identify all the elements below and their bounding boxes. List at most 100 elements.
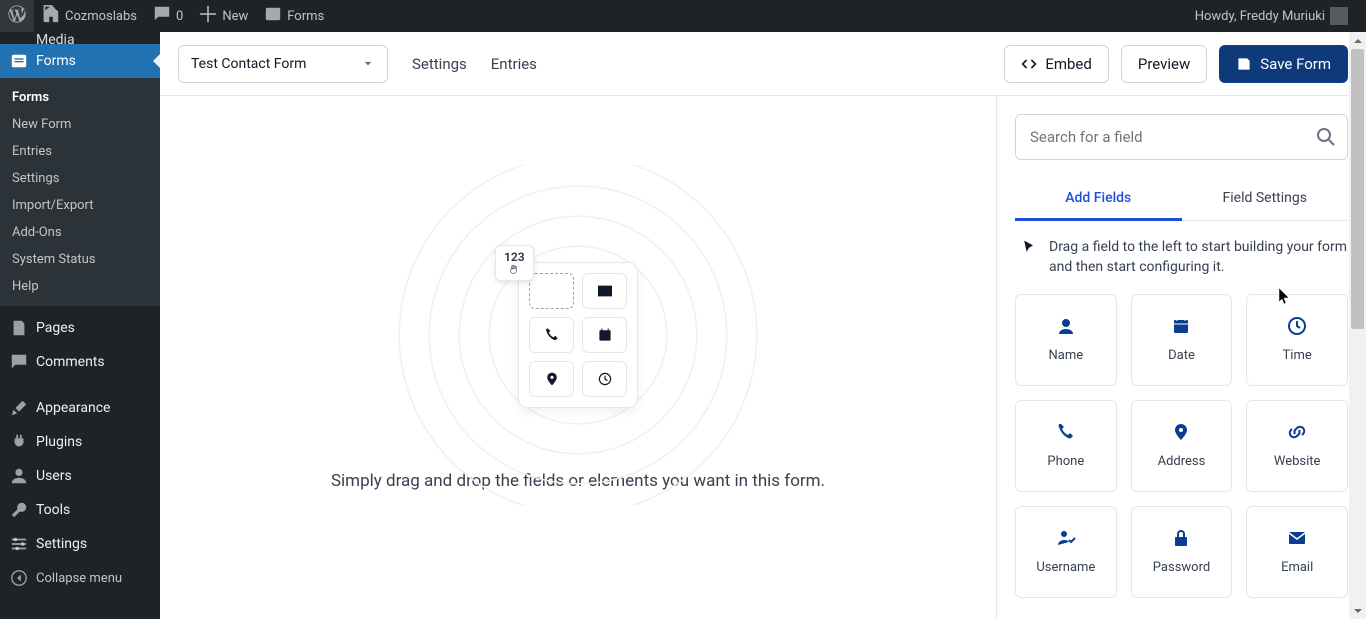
field-label: Name [1049,348,1084,363]
new-content-link[interactable]: New [191,0,256,32]
mini-phone [529,317,574,353]
form-canvas[interactable]: 123 Simply drag and drop the fields or e… [160,96,996,619]
comment-icon [10,353,28,371]
submenu-system-status[interactable]: System Status [0,246,160,273]
form-selector[interactable]: Test Contact Form [178,45,388,83]
field-date[interactable]: Date [1131,294,1233,386]
wp-logo[interactable] [0,0,34,32]
user-check-icon [1056,528,1076,548]
menu-label-users: Users [36,468,72,484]
plug-icon [10,433,28,451]
menu-item-media[interactable]: Media [0,32,160,44]
pages-icon [10,319,28,337]
scrollbar-thumb[interactable] [1351,49,1364,329]
preview-button[interactable]: Preview [1121,45,1207,83]
location-icon [1171,422,1191,442]
submenu-forms[interactable]: Forms [0,84,160,111]
embed-label: Embed [1045,55,1092,73]
menu-label-tools: Tools [36,502,70,518]
field-time[interactable]: Time [1246,294,1348,386]
menu-item-pages[interactable]: Pages [0,311,160,345]
fields-panel: Add Fields Field Settings Drag a field t… [996,96,1366,619]
field-label: Date [1168,348,1195,363]
site-name-link[interactable]: Cozmoslabs [34,0,145,32]
person-icon [1056,316,1076,336]
page-scrollbar[interactable] [1349,32,1366,619]
lock-icon [1171,528,1191,548]
forms-submenu: Forms New Form Entries Settings Import/E… [0,78,160,306]
collapse-label: Collapse menu [36,571,122,586]
wrench-icon [10,501,28,519]
field-password[interactable]: Password [1131,506,1233,598]
forms-top-link[interactable]: Forms [256,0,332,32]
submenu-entries[interactable]: Entries [0,138,160,165]
field-phone[interactable]: Phone [1015,400,1117,492]
field-email[interactable]: Email [1246,506,1348,598]
tab-field-settings[interactable]: Field Settings [1182,178,1349,221]
menu-label-plugins: Plugins [36,434,82,450]
site-name: Cozmoslabs [65,9,137,24]
field-website[interactable]: Website [1246,400,1348,492]
menu-item-tools[interactable]: Tools [0,493,160,527]
tab-add-fields[interactable]: Add Fields [1015,178,1182,221]
menu-item-users[interactable]: Users [0,459,160,493]
field-name[interactable]: Name [1015,294,1117,386]
field-label: Phone [1047,454,1084,469]
submenu-addons[interactable]: Add-Ons [0,219,160,246]
entries-link[interactable]: Entries [491,55,537,73]
menu-item-appearance[interactable]: Appearance [0,391,160,425]
field-address[interactable]: Address [1131,400,1233,492]
mini-time [582,361,627,397]
menu-label-appearance: Appearance [36,400,110,416]
chip-text: 123 [504,250,525,264]
settings-link[interactable]: Settings [412,55,467,73]
my-account[interactable]: Howdy, Freddy Muriuki [1187,0,1356,32]
submenu-new-form[interactable]: New Form [0,111,160,138]
menu-item-settings[interactable]: Settings [0,527,160,561]
brush-icon [10,399,28,417]
pointer-icon [1021,239,1037,255]
scroll-up-arrow[interactable] [1349,32,1366,49]
scroll-down-arrow[interactable] [1349,602,1366,619]
howdy-text: Howdy, Freddy Muriuki [1195,9,1325,24]
save-label: Save Form [1260,55,1331,73]
grab-icon [508,264,520,276]
field-label: Time [1283,348,1312,363]
mini-date [582,317,627,353]
submenu-import-export[interactable]: Import/Export [0,192,160,219]
admin-sidebar: Media Forms Forms New Form Entries Setti… [0,32,160,619]
main-content: Test Contact Form Settings Entries Embed… [160,32,1366,619]
mini-location [529,361,574,397]
menu-item-comments[interactable]: Comments [0,345,160,379]
link-icon [1287,422,1307,442]
field-username[interactable]: Username [1015,506,1117,598]
clock-icon [1287,316,1307,336]
search-icon [1316,127,1336,147]
avatar [1330,7,1348,25]
new-label: New [222,9,248,24]
field-label: Address [1158,454,1206,469]
field-label: Username [1036,560,1095,575]
save-icon [1236,56,1252,72]
search-input[interactable] [1015,114,1348,160]
menu-label-settings: Settings [36,536,87,552]
drop-slot [529,273,574,309]
menu-label-pages: Pages [36,320,75,336]
submenu-settings[interactable]: Settings [0,165,160,192]
collapse-menu[interactable]: Collapse menu [0,561,160,595]
sliders-icon [10,535,28,553]
field-label: Email [1281,560,1313,575]
comments-link[interactable]: 0 [145,0,191,32]
admin-bar: Cozmoslabs 0 New Forms Howdy, Freddy Mur… [0,0,1366,32]
chevron-down-icon [361,57,375,71]
submenu-help[interactable]: Help [0,273,160,300]
mouse-cursor [1278,288,1292,310]
menu-label-forms: Forms [36,53,76,69]
preview-label: Preview [1138,55,1190,73]
menu-item-plugins[interactable]: Plugins [0,425,160,459]
form-toolbar: Test Contact Form Settings Entries Embed… [160,32,1366,96]
save-button[interactable]: Save Form [1219,45,1348,83]
comments-count: 0 [176,9,183,24]
menu-item-forms[interactable]: Forms [0,44,160,78]
embed-button[interactable]: Embed [1004,45,1109,83]
